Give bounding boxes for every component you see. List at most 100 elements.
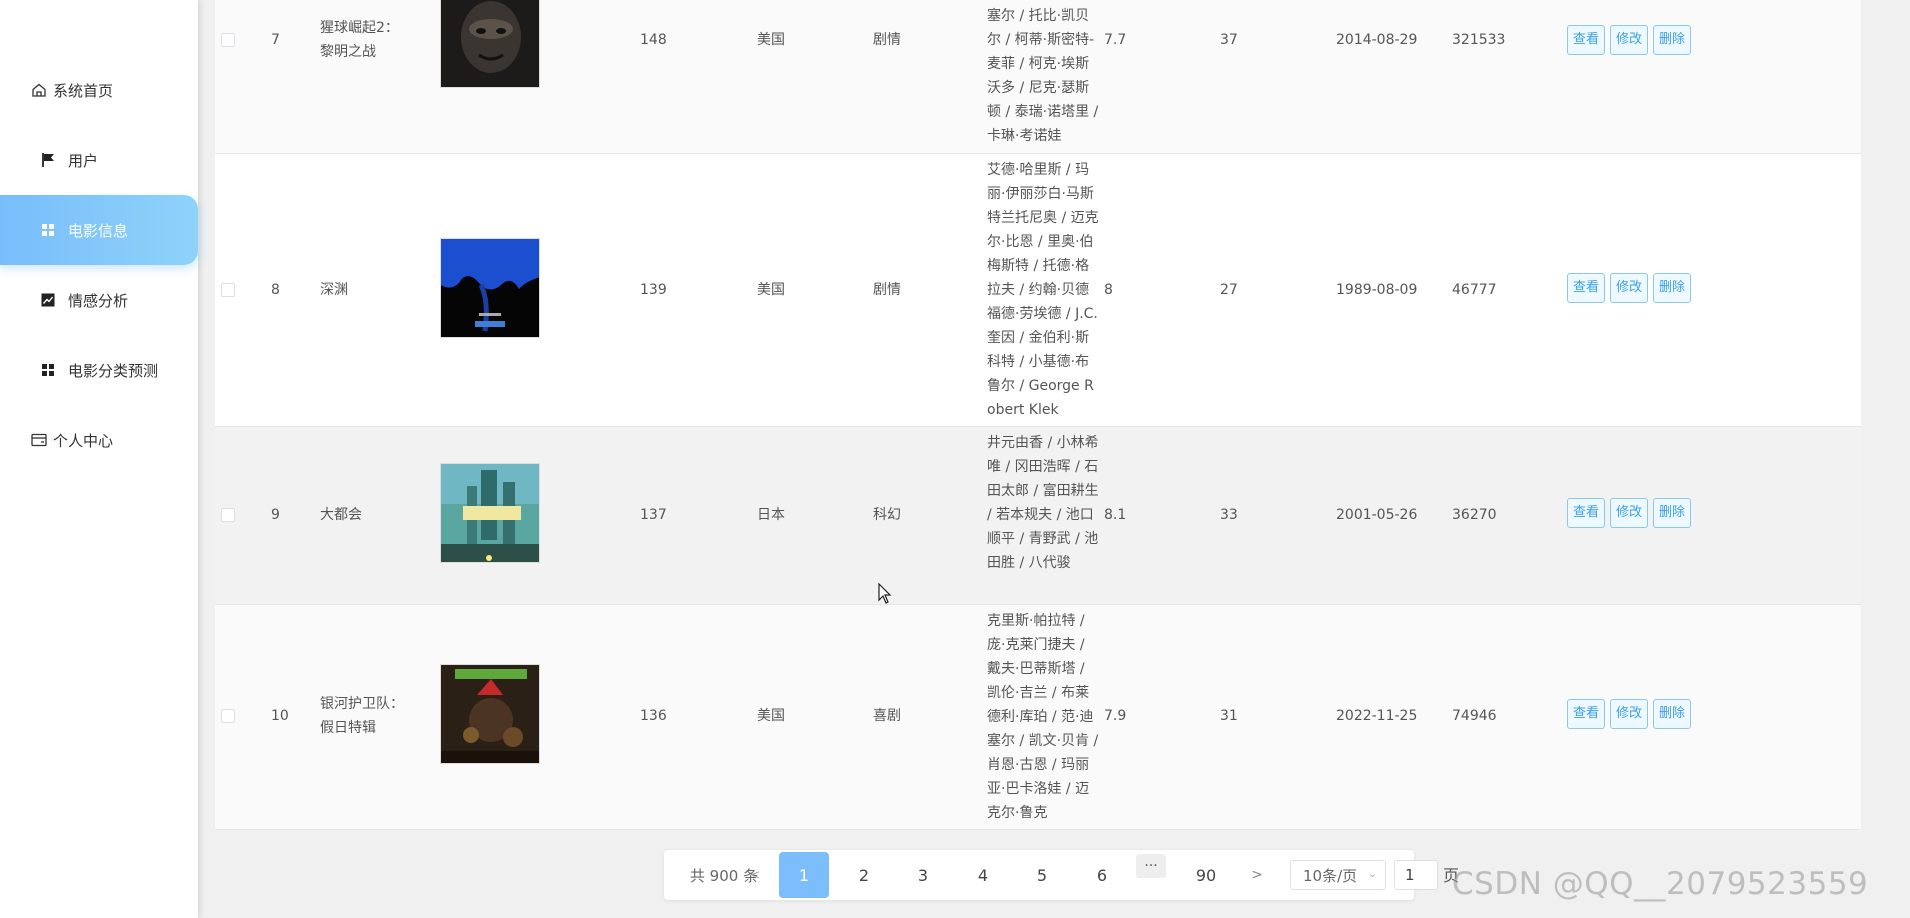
sidebar-item-users[interactable]: 用户 xyxy=(0,125,198,195)
movie-duration: 137 xyxy=(640,507,667,523)
movie-actors: 井元由香 / 小林希唯 / 冈田浩晖 / 石田太郎 / 富田耕生 / 若本规夫 … xyxy=(987,435,1099,571)
sidebar-item-sentiment[interactable]: 情感分析 xyxy=(0,265,198,335)
row-index: 7 xyxy=(271,32,280,48)
page-size-select[interactable]: 10条/页 ⌄ xyxy=(1290,860,1386,890)
row-checkbox[interactable] xyxy=(221,283,235,297)
row-checkbox[interactable] xyxy=(221,33,235,47)
edit-button[interactable]: 修改 xyxy=(1610,699,1649,729)
grid-icon xyxy=(40,222,56,238)
grid-icon xyxy=(40,362,56,378)
table-row: 9 大都会 137 日本 科幻 井元由香 / 小林希唯 / 冈田浩晖 / 石田太… xyxy=(215,427,1861,605)
row-checkbox[interactable] xyxy=(221,709,235,723)
movie-date: 1989-08-09 xyxy=(1336,282,1418,298)
movie-rating: 7.7 xyxy=(1104,32,1127,48)
table-row: 10 银河护卫队：假日特辑 136 美国 喜剧 克里斯·帕拉特 / 庞·克莱门捷… xyxy=(215,605,1861,830)
table-row: 7 猩球崛起2：黎明之战 148 美国 剧情 塞尔 / 托比·凯贝尔 / 柯蒂·… xyxy=(215,0,1861,154)
movie-title: 银河护卫队：假日特辑 xyxy=(320,696,404,736)
edit-button[interactable]: 修改 xyxy=(1610,25,1649,55)
movie-duration: 148 xyxy=(640,32,667,48)
movie-votes: 36270 xyxy=(1452,507,1497,523)
edit-button[interactable]: 修改 xyxy=(1610,498,1649,528)
movie-country: 美国 xyxy=(757,708,785,724)
table-row: 8 深渊 139 美国 剧情 艾德·哈里斯 / 玛丽·伊丽莎白·马斯特兰托尼奥 … xyxy=(215,154,1861,427)
sidebar-item-label: 系统首页 xyxy=(53,81,114,100)
sidebar-item-home[interactable]: 系统首页 xyxy=(0,55,198,125)
delete-button[interactable]: 删除 xyxy=(1653,498,1692,528)
movie-count: 31 xyxy=(1220,708,1238,724)
movie-count: 33 xyxy=(1220,507,1238,523)
home-icon xyxy=(31,82,47,98)
page-5-button[interactable]: 5 xyxy=(1017,850,1067,900)
view-button[interactable]: 查看 xyxy=(1567,699,1606,729)
delete-button[interactable]: 删除 xyxy=(1653,273,1692,303)
sidebar-item-movies[interactable]: 电影信息 xyxy=(0,195,198,265)
view-button[interactable]: 查看 xyxy=(1567,498,1606,528)
chart-icon xyxy=(40,292,56,308)
movie-votes: 321533 xyxy=(1452,32,1506,48)
delete-button[interactable]: 删除 xyxy=(1653,699,1692,729)
card-icon xyxy=(31,432,47,448)
movie-actors: 塞尔 / 托比·凯贝尔 / 柯蒂·斯密特-麦菲 / 柯克·埃斯沃多 / 尼克·瑟… xyxy=(987,8,1099,144)
movie-country: 美国 xyxy=(757,282,785,298)
movie-title: 大都会 xyxy=(320,507,362,523)
movie-actors: 克里斯·帕拉特 / 庞·克莱门捷夫 / 戴夫·巴蒂斯塔 / 凯伦·吉兰 / 布莱… xyxy=(987,613,1099,821)
movie-title: 猩球崛起2：黎明之战 xyxy=(320,20,399,60)
page-last-button[interactable]: 90 xyxy=(1181,850,1231,900)
sidebar-item-label: 个人中心 xyxy=(53,431,114,450)
movie-genre: 喜剧 xyxy=(873,708,901,724)
sidebar-item-profile[interactable]: 个人中心 xyxy=(0,405,198,475)
sidebar: 系统首页 用户 电影信息 情感分析 电影分类预测 个人中心 xyxy=(0,0,198,918)
movie-duration: 136 xyxy=(640,708,667,724)
prev-page-button[interactable]: < xyxy=(748,850,762,900)
sidebar-item-label: 电影信息 xyxy=(68,221,129,240)
chevron-down-icon: ⌄ xyxy=(1367,867,1377,880)
page-size-value: 10条/页 xyxy=(1303,866,1358,885)
movie-date: 2014-08-29 xyxy=(1336,32,1418,48)
view-button[interactable]: 查看 xyxy=(1567,25,1606,55)
flag-icon xyxy=(40,152,56,168)
page-6-button[interactable]: 6 xyxy=(1077,850,1127,900)
movie-title: 深渊 xyxy=(320,282,348,298)
page-1-button[interactable]: 1 xyxy=(779,852,829,898)
next-page-button[interactable]: > xyxy=(1242,850,1272,900)
movie-duration: 139 xyxy=(640,282,667,298)
sidebar-item-classification[interactable]: 电影分类预测 xyxy=(0,335,198,405)
movie-genre: 剧情 xyxy=(873,282,901,298)
movie-poster xyxy=(440,463,540,563)
row-index: 8 xyxy=(271,282,280,298)
movie-votes: 46777 xyxy=(1452,282,1497,298)
sidebar-item-label: 用户 xyxy=(68,151,99,170)
movie-genre: 科幻 xyxy=(873,507,901,523)
movie-count: 37 xyxy=(1220,32,1238,48)
more-pages-button[interactable]: ··· xyxy=(1136,854,1166,878)
movie-poster xyxy=(440,0,540,88)
sidebar-item-label: 电影分类预测 xyxy=(68,361,159,380)
movie-date: 2022-11-25 xyxy=(1336,708,1418,724)
movie-poster xyxy=(440,664,540,764)
movie-genre: 剧情 xyxy=(873,32,901,48)
view-button[interactable]: 查看 xyxy=(1567,273,1606,303)
delete-button[interactable]: 删除 xyxy=(1653,25,1692,55)
movie-country: 美国 xyxy=(757,32,785,48)
movie-table: 7 猩球崛起2：黎明之战 148 美国 剧情 塞尔 / 托比·凯贝尔 / 柯蒂·… xyxy=(215,0,1861,830)
movie-date: 2001-05-26 xyxy=(1336,507,1418,523)
page-2-button[interactable]: 2 xyxy=(839,850,889,900)
movie-actors: 艾德·哈里斯 / 玛丽·伊丽莎白·马斯特兰托尼奥 / 迈克尔·比恩 / 里奥·伯… xyxy=(987,162,1099,418)
mouse-cursor-icon xyxy=(878,583,892,604)
edit-button[interactable]: 修改 xyxy=(1610,273,1649,303)
movie-votes: 74946 xyxy=(1452,708,1497,724)
page-4-button[interactable]: 4 xyxy=(958,850,1008,900)
sidebar-item-label: 情感分析 xyxy=(68,291,129,310)
row-index: 10 xyxy=(271,708,289,724)
row-index: 9 xyxy=(271,507,280,523)
movie-rating: 8.1 xyxy=(1104,507,1127,523)
row-checkbox[interactable] xyxy=(221,508,235,522)
movie-rating: 8 xyxy=(1104,282,1113,298)
movie-count: 27 xyxy=(1220,282,1238,298)
movie-poster xyxy=(440,238,540,338)
watermark: CSDN @QQ__2079523559 xyxy=(1452,866,1869,902)
page-3-button[interactable]: 3 xyxy=(898,850,948,900)
pagination: 共 900 条 < 1 2 3 4 5 6 ··· 90 > 10条/页 ⌄ xyxy=(664,850,1438,900)
page-jump-input[interactable] xyxy=(1394,860,1438,890)
movie-rating: 7.9 xyxy=(1104,708,1127,724)
